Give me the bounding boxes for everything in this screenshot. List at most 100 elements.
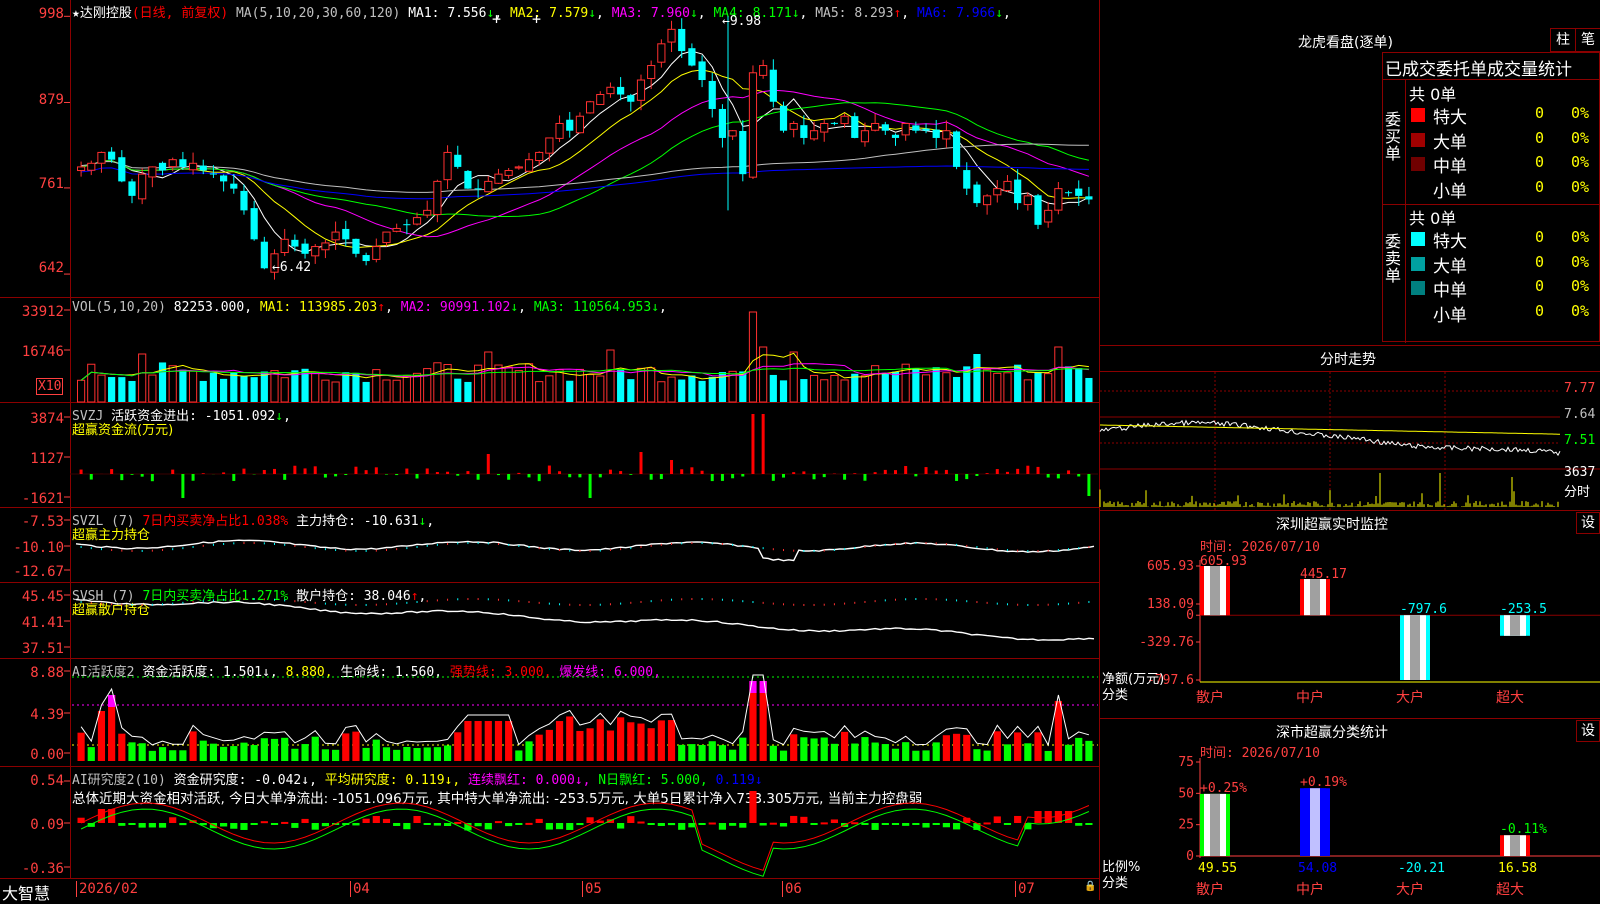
research-bar — [434, 823, 441, 826]
candle-body — [821, 123, 828, 132]
activity-bar — [149, 751, 156, 761]
volume-bar — [210, 373, 217, 402]
tick-mode-button[interactable]: 笔 — [1575, 28, 1600, 52]
volume-bar — [536, 382, 543, 402]
research-bar — [790, 816, 797, 823]
volume-bar — [515, 371, 522, 402]
brand-label[interactable]: 大智慧 — [2, 880, 50, 904]
volume-bar — [943, 373, 950, 402]
activity-bar — [1034, 732, 1041, 761]
candle-body — [220, 175, 227, 181]
activity-bar — [994, 731, 1001, 761]
volume-bar — [332, 382, 339, 402]
research-bar — [617, 823, 624, 829]
candle-body — [352, 239, 359, 254]
volume-bar — [1085, 378, 1092, 402]
activity-bar — [434, 747, 441, 761]
candle-body — [1085, 196, 1092, 199]
candle-body — [984, 196, 991, 205]
color-swatch — [1411, 281, 1425, 295]
activity-bar — [1014, 732, 1021, 761]
flow-bar — [538, 474, 541, 481]
ai-research-panel[interactable]: 0.54 0.09 -0.36 AI研究度2(10) 资金研究度: -0.042… — [0, 767, 1100, 879]
sz-class-change: +0.25% — [1200, 781, 1247, 796]
volume-bar — [1065, 366, 1072, 402]
activity-bar — [159, 747, 166, 761]
flow-bar — [578, 474, 581, 477]
activity-bar — [373, 740, 380, 761]
sz-monitor-bar — [1200, 566, 1230, 615]
candle-body — [210, 174, 217, 175]
volume-panel[interactable]: 33912 16746 X10 VOL(5,10,20) 82253.000, … — [0, 298, 1100, 403]
volume-bar — [383, 380, 390, 402]
research-bar — [179, 823, 186, 825]
dragon-header: 已成交委托单成交量统计 — [1385, 55, 1572, 80]
bar-mode-button[interactable]: 柱 — [1550, 28, 1576, 52]
order-pct: 0% — [1571, 129, 1589, 147]
intraday-chart — [1100, 345, 1600, 510]
research-bar — [780, 823, 787, 826]
order-count: 0 — [1535, 277, 1544, 295]
svsh-panel[interactable]: 45.45 41.41 37.51 SVSH (7) 7日内买卖净占比1.271… — [0, 583, 1100, 659]
svzl-panel[interactable]: -7.53 -10.10 -12.67 SVZL (7) 7日内买卖净占比1.0… — [0, 508, 1100, 583]
flow-bar — [222, 472, 225, 474]
flow-bar — [589, 474, 592, 498]
svzj-chart — [0, 403, 1100, 508]
flow-bar — [171, 470, 174, 474]
activity-bar — [872, 743, 879, 761]
color-swatch — [1411, 257, 1425, 271]
volume-bar — [709, 377, 716, 402]
flow-bar — [965, 474, 968, 479]
intraday-panel[interactable]: 分时走势 7.77 7.64 7.51 3637 分时 — [1100, 345, 1600, 510]
flow-bar — [599, 474, 602, 477]
candle-body — [861, 131, 868, 142]
order-pct: 0% — [1571, 228, 1589, 246]
activity-bar — [973, 749, 980, 761]
intraday-price-tick: 7.64 — [1564, 407, 1595, 422]
bar-shade — [1210, 566, 1220, 615]
lock-icon[interactable]: 🔒 — [1084, 881, 1096, 892]
activity-bar — [424, 747, 431, 761]
volume-bar — [179, 370, 186, 402]
candle-body — [1024, 196, 1031, 205]
research-bar — [872, 823, 879, 830]
flow-bar — [354, 467, 357, 474]
volume-bar — [281, 378, 288, 402]
bar-shade — [1310, 788, 1320, 856]
bar-shade — [1410, 615, 1420, 680]
research-bar — [505, 823, 512, 826]
activity-bar — [719, 745, 726, 761]
activity-bar — [922, 750, 929, 761]
flow-bar — [884, 470, 887, 474]
date-tick: 2026/02 — [76, 881, 138, 897]
volume-bar — [658, 382, 665, 402]
candle-panel[interactable]: 998 879 761 642 ★达刚控股(日线, 前复权) MA(5,10,2… — [0, 0, 1100, 298]
activity-bar — [403, 747, 410, 761]
research-bar — [770, 823, 777, 825]
candle-body — [1004, 181, 1011, 190]
candle-body — [118, 157, 125, 181]
intraday-vol-tick: 3637 — [1564, 465, 1595, 480]
volume-bar — [994, 373, 1001, 402]
activity-bar — [770, 746, 777, 761]
flow-bar — [609, 470, 612, 474]
activity-bar — [658, 720, 665, 761]
date-tick: 05 — [582, 881, 602, 897]
activity-bar — [475, 721, 482, 761]
color-swatch — [1411, 108, 1425, 122]
candle-body — [698, 61, 705, 80]
sz-monitor-tick: 0 — [1186, 608, 1194, 623]
candle-body — [597, 95, 604, 105]
research-bar — [760, 823, 767, 826]
volume-bar — [607, 350, 614, 402]
volume-bar — [984, 370, 991, 402]
svzj-panel[interactable]: 3874 1127 -1621 SVZJ 活跃资金进出: -1051.092↓,… — [0, 403, 1100, 508]
candle-body — [495, 174, 502, 183]
activity-bar — [240, 743, 247, 761]
candle-body — [189, 163, 196, 169]
ai-activity-panel[interactable]: 8.88 4.39 0.00 AI活跃度2 资金活跃度: 1.501↓, 8.8… — [0, 659, 1100, 767]
candle-body — [933, 130, 940, 138]
research-bar — [994, 816, 1001, 823]
volume-bar — [220, 379, 227, 402]
candle-body — [363, 255, 370, 261]
